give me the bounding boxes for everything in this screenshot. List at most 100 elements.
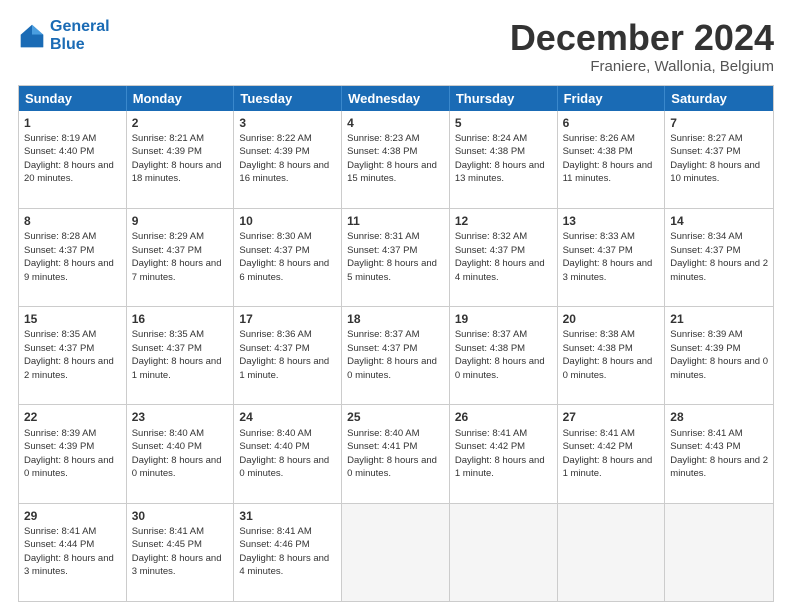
- cal-row-3: 15 Sunrise: 8:35 AMSunset: 4:37 PMDayligh…: [19, 306, 773, 404]
- day-number: 29: [24, 508, 121, 524]
- day-number: 10: [239, 213, 336, 229]
- cell-info: Sunrise: 8:22 AMSunset: 4:39 PMDaylight:…: [239, 133, 329, 185]
- cal-cell-18: 18Sunrise: 8:37 AMSunset: 4:37 PMDayligh…: [342, 307, 450, 404]
- cal-cell-9: 9Sunrise: 8:29 AMSunset: 4:37 PMDaylight…: [127, 209, 235, 306]
- cell-info: Sunrise: 8:40 AMSunset: 4:41 PMDaylight:…: [347, 428, 437, 480]
- cal-cell-4: 4 Sunrise: 8:23 AMSunset: 4:38 PMDaylight…: [342, 111, 450, 208]
- cal-cell-2: 2 Sunrise: 8:21 AMSunset: 4:39 PMDaylight…: [127, 111, 235, 208]
- cell-info: Sunrise: 8:23 AMSunset: 4:38 PMDaylight:…: [347, 133, 437, 185]
- logo-general: General: [50, 18, 110, 35]
- cell-info: Sunrise: 8:41 AMSunset: 4:43 PMDaylight:…: [670, 428, 768, 480]
- calendar-header: Sunday Monday Tuesday Wednesday Thursday…: [19, 86, 773, 111]
- title-area: December 2024 Franiere, Wallonia, Belgiu…: [510, 18, 774, 75]
- cal-cell-15: 15 Sunrise: 8:35 AMSunset: 4:37 PMDayligh…: [19, 307, 127, 404]
- cal-cell-26: 26 Sunrise: 8:41 AMSunset: 4:42 PMDayligh…: [450, 405, 558, 502]
- day-number: 22: [24, 409, 121, 425]
- day-number: 5: [455, 115, 552, 131]
- cal-cell-11: 11Sunrise: 8:31 AMSunset: 4:37 PMDayligh…: [342, 209, 450, 306]
- cell-info: Sunrise: 8:21 AMSunset: 4:39 PMDaylight:…: [132, 133, 222, 185]
- cal-cell-28: 28Sunrise: 8:41 AMSunset: 4:43 PMDayligh…: [665, 405, 773, 502]
- day-number: 1: [24, 115, 121, 131]
- cal-row-4: 22 Sunrise: 8:39 AMSunset: 4:39 PMDayligh…: [19, 404, 773, 502]
- day-number: 2: [132, 115, 229, 131]
- cal-cell-6: 6 Sunrise: 8:26 AMSunset: 4:38 PMDaylight…: [558, 111, 666, 208]
- cal-cell-14: 14 Sunrise: 8:34 AMSunset: 4:37 PMDayligh…: [665, 209, 773, 306]
- cell-info: Sunrise: 8:41 AMSunset: 4:42 PMDaylight:…: [563, 428, 653, 480]
- cell-info: Sunrise: 8:27 AMSunset: 4:37 PMDaylight:…: [670, 133, 760, 185]
- day-number: 24: [239, 409, 336, 425]
- logo: General Blue: [18, 18, 110, 55]
- day-number: 14: [670, 213, 768, 229]
- location: Franiere, Wallonia, Belgium: [510, 58, 774, 75]
- cal-row-5: 29Sunrise: 8:41 AMSunset: 4:44 PMDayligh…: [19, 503, 773, 601]
- calendar-body: 1Sunrise: 8:19 AMSunset: 4:40 PMDaylight…: [19, 111, 773, 601]
- cell-info: Sunrise: 8:41 AMSunset: 4:42 PMDaylight:…: [455, 428, 545, 480]
- day-number: 16: [132, 311, 229, 327]
- cal-cell-empty: [342, 504, 450, 601]
- cal-cell-12: 12 Sunrise: 8:32 AMSunset: 4:37 PMDayligh…: [450, 209, 558, 306]
- cell-info: Sunrise: 8:39 AMSunset: 4:39 PMDaylight:…: [24, 428, 114, 480]
- cell-info: Sunrise: 8:28 AMSunset: 4:37 PMDaylight:…: [24, 231, 114, 283]
- cell-info: Sunrise: 8:36 AMSunset: 4:37 PMDaylight:…: [239, 329, 329, 381]
- day-number: 23: [132, 409, 229, 425]
- cal-cell-23: 23 Sunrise: 8:40 AMSunset: 4:40 PMDayligh…: [127, 405, 235, 502]
- cell-info: Sunrise: 8:32 AMSunset: 4:37 PMDaylight:…: [455, 231, 545, 283]
- day-number: 21: [670, 311, 768, 327]
- header-tuesday: Tuesday: [234, 86, 342, 111]
- cal-cell-8: 8Sunrise: 8:28 AMSunset: 4:37 PMDaylight…: [19, 209, 127, 306]
- cal-cell-13: 13Sunrise: 8:33 AMSunset: 4:37 PMDayligh…: [558, 209, 666, 306]
- day-number: 9: [132, 213, 229, 229]
- cal-cell-31: 31Sunrise: 8:41 AMSunset: 4:46 PMDayligh…: [234, 504, 342, 601]
- day-number: 3: [239, 115, 336, 131]
- day-number: 7: [670, 115, 768, 131]
- cell-info: Sunrise: 8:35 AMSunset: 4:37 PMDaylight:…: [24, 329, 114, 381]
- header-wednesday: Wednesday: [342, 86, 450, 111]
- cell-info: Sunrise: 8:38 AMSunset: 4:38 PMDaylight:…: [563, 329, 653, 381]
- day-number: 12: [455, 213, 552, 229]
- cell-info: Sunrise: 8:24 AMSunset: 4:38 PMDaylight:…: [455, 133, 545, 185]
- cal-cell-29: 29Sunrise: 8:41 AMSunset: 4:44 PMDayligh…: [19, 504, 127, 601]
- day-number: 31: [239, 508, 336, 524]
- cal-cell-17: 17 Sunrise: 8:36 AMSunset: 4:37 PMDayligh…: [234, 307, 342, 404]
- cell-info: Sunrise: 8:37 AMSunset: 4:37 PMDaylight:…: [347, 329, 437, 381]
- cal-cell-7: 7 Sunrise: 8:27 AMSunset: 4:37 PMDaylight…: [665, 111, 773, 208]
- header-friday: Friday: [558, 86, 666, 111]
- cell-info: Sunrise: 8:30 AMSunset: 4:37 PMDaylight:…: [239, 231, 329, 283]
- header-sunday: Sunday: [19, 86, 127, 111]
- day-number: 15: [24, 311, 121, 327]
- day-number: 17: [239, 311, 336, 327]
- cell-info: Sunrise: 8:39 AMSunset: 4:39 PMDaylight:…: [670, 329, 768, 381]
- day-number: 19: [455, 311, 552, 327]
- cell-info: Sunrise: 8:34 AMSunset: 4:37 PMDaylight:…: [670, 231, 768, 283]
- cell-info: Sunrise: 8:31 AMSunset: 4:37 PMDaylight:…: [347, 231, 437, 283]
- cell-info: Sunrise: 8:35 AMSunset: 4:37 PMDaylight:…: [132, 329, 222, 381]
- day-number: 20: [563, 311, 660, 327]
- day-number: 13: [563, 213, 660, 229]
- day-number: 27: [563, 409, 660, 425]
- calendar: Sunday Monday Tuesday Wednesday Thursday…: [18, 85, 774, 602]
- cal-cell-empty: [665, 504, 773, 601]
- cal-cell-22: 22 Sunrise: 8:39 AMSunset: 4:39 PMDayligh…: [19, 405, 127, 502]
- day-number: 25: [347, 409, 444, 425]
- cal-cell-19: 19Sunrise: 8:37 AMSunset: 4:38 PMDayligh…: [450, 307, 558, 404]
- cal-cell-empty: [450, 504, 558, 601]
- cell-info: Sunrise: 8:40 AMSunset: 4:40 PMDaylight:…: [132, 428, 222, 480]
- day-number: 4: [347, 115, 444, 131]
- cal-cell-27: 27 Sunrise: 8:41 AMSunset: 4:42 PMDayligh…: [558, 405, 666, 502]
- cell-info: Sunrise: 8:26 AMSunset: 4:38 PMDaylight:…: [563, 133, 653, 185]
- day-number: 6: [563, 115, 660, 131]
- header-saturday: Saturday: [665, 86, 773, 111]
- logo-blue: Blue: [50, 36, 110, 54]
- cell-info: Sunrise: 8:41 AMSunset: 4:45 PMDaylight:…: [132, 526, 222, 578]
- day-number: 30: [132, 508, 229, 524]
- cal-cell-16: 16 Sunrise: 8:35 AMSunset: 4:37 PMDayligh…: [127, 307, 235, 404]
- page: General Blue December 2024 Franiere, Wal…: [0, 0, 792, 612]
- cal-cell-1: 1Sunrise: 8:19 AMSunset: 4:40 PMDaylight…: [19, 111, 127, 208]
- cal-cell-10: 10 Sunrise: 8:30 AMSunset: 4:37 PMDayligh…: [234, 209, 342, 306]
- cal-row-2: 8Sunrise: 8:28 AMSunset: 4:37 PMDaylight…: [19, 208, 773, 306]
- cal-cell-empty: [558, 504, 666, 601]
- cell-info: Sunrise: 8:40 AMSunset: 4:40 PMDaylight:…: [239, 428, 329, 480]
- header-thursday: Thursday: [450, 86, 558, 111]
- cal-cell-20: 20 Sunrise: 8:38 AMSunset: 4:38 PMDayligh…: [558, 307, 666, 404]
- day-number: 26: [455, 409, 552, 425]
